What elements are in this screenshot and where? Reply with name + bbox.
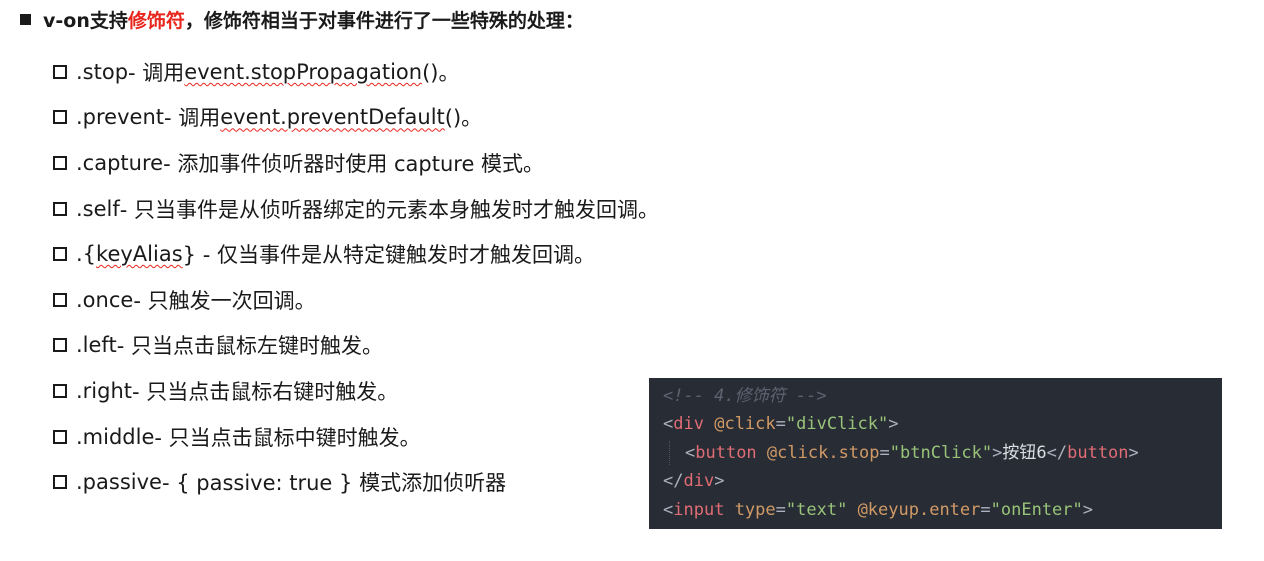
checkbox-bullet-icon	[53, 383, 67, 398]
code-tag: div	[673, 414, 704, 435]
heading-suffix: ，修饰符相当于对事件进行了一些特殊的处理：	[184, 9, 584, 32]
modifier-name: .middle	[76, 424, 155, 449]
code-comment: <!-- 4.修饰符 -->	[663, 386, 827, 406]
list-item: .left - 只当点击鼠标左键时触发。	[53, 323, 659, 369]
checkbox-bullet-icon	[53, 247, 67, 262]
modifier-name: .once	[76, 287, 134, 312]
modifier-tail: ()。	[422, 60, 460, 85]
checkbox-bullet-icon	[53, 292, 67, 307]
modifier-code: event.stopPropagation	[184, 59, 423, 84]
checkbox-bullet-icon	[53, 155, 67, 170]
code-attr: type	[734, 499, 776, 520]
modifier-name: .prevent	[76, 105, 164, 130]
code-string: "onEnter"	[990, 499, 1083, 520]
code-attr: @click	[714, 414, 776, 435]
code-snippet: <!-- 4.修饰符 --> <div @click="divClick"> <…	[649, 378, 1222, 529]
code-line-div-open: <div @click="divClick">	[649, 410, 1222, 438]
code-tag: button	[1067, 442, 1129, 463]
code-punct: >	[992, 442, 1003, 463]
modifier-code: event.preventDefault	[220, 105, 445, 130]
code-tag: button	[695, 442, 757, 463]
code-punct: =	[879, 442, 890, 463]
list-item: .right - 只当点击鼠标右键时触发。	[53, 368, 659, 414]
modifier-desc: - 只当事件是从侦听器绑定的元素本身触发时才触发回调。	[119, 197, 660, 222]
list-item: .middle - 只当点击鼠标中键时触发。	[53, 414, 659, 460]
code-string: "divClick"	[785, 414, 889, 435]
modifier-name: .left	[76, 333, 117, 358]
code-string: "btnClick"	[889, 442, 993, 463]
code-attr: @click.stop	[766, 442, 880, 463]
code-line-comment: <!-- 4.修饰符 -->	[649, 382, 1222, 410]
modifier-code: keyAlias	[96, 242, 183, 267]
modifier-desc: - 只当点击鼠标右键时触发。	[132, 379, 399, 404]
modifier-desc: - { passive: true } 模式添加侦听器	[161, 471, 507, 496]
modifier-name: .stop	[76, 59, 129, 84]
list-item: .once - 只触发一次回调。	[53, 277, 659, 323]
list-item: .prevent - 调用 event.preventDefault ()。	[53, 95, 659, 141]
code-tag: input	[673, 499, 725, 520]
square-bullet-icon	[20, 13, 31, 25]
code-line-button: <button @click.stop="btnClick">按钮6</butt…	[649, 439, 1222, 467]
modifier-name: .passive	[76, 470, 162, 495]
code-line-input: <input type="text" @keyup.enter="onEnter…	[649, 496, 1222, 524]
checkbox-bullet-icon	[53, 475, 67, 490]
list-item: .capture - 添加事件侦听器时使用 capture 模式。	[53, 140, 659, 186]
modifier-desc: - 添加事件侦听器时使用 capture 模式。	[163, 151, 545, 176]
list-item: .self - 只当事件是从侦听器绑定的元素本身触发时才触发回调。	[53, 186, 659, 232]
section-heading: v-on支持 修饰符 ，修饰符相当于对事件进行了一些特殊的处理：	[20, 4, 584, 34]
code-punct: </	[663, 471, 684, 492]
modifier-name: .self	[76, 196, 120, 221]
code-punct: </	[1046, 442, 1068, 463]
code-punct: =	[775, 499, 786, 520]
modifier-tail: } - 仅当事件是从特定键触发时才触发回调。	[182, 243, 595, 268]
heading-highlight: 修饰符	[127, 9, 185, 32]
modifier-desc: - 只当点击鼠标左键时触发。	[116, 334, 383, 359]
code-punct: >	[1082, 499, 1094, 520]
code-punct: <	[685, 442, 696, 463]
code-punct: =	[775, 414, 786, 435]
modifier-desc: - 只触发一次回调。	[133, 288, 316, 313]
code-tag: div	[683, 471, 715, 492]
modifier-name: .right	[76, 378, 133, 403]
code-punct: >	[888, 414, 899, 435]
modifier-desc: - 调用	[128, 60, 185, 85]
modifier-desc: - 只当点击鼠标中键时触发。	[154, 425, 421, 450]
modifier-list: .stop - 调用 event.stopPropagation ()。 .pre…	[53, 49, 659, 505]
code-text: 按钮6	[1002, 442, 1047, 463]
checkbox-bullet-icon	[53, 110, 67, 125]
checkbox-bullet-icon	[53, 201, 67, 216]
checkbox-bullet-icon	[53, 64, 67, 79]
modifier-name: .{	[76, 242, 97, 267]
list-item: .passive - { passive: true } 模式添加侦听器	[53, 459, 659, 505]
code-punct: >	[714, 471, 725, 492]
modifier-name: .capture	[76, 150, 164, 175]
code-attr: @keyup.enter	[857, 499, 981, 520]
code-punct: >	[1128, 442, 1139, 463]
checkbox-bullet-icon	[53, 429, 67, 444]
code-line-div-close: </div>	[649, 467, 1222, 495]
list-item: .{keyAlias} - 仅当事件是从特定键触发时才触发回调。	[53, 231, 659, 277]
code-punct: <	[663, 414, 674, 435]
modifier-desc: - 调用	[164, 106, 221, 131]
code-string: "text"	[785, 499, 848, 520]
code-punct: =	[980, 499, 991, 520]
code-punct: <	[663, 499, 674, 520]
list-item: .stop - 调用 event.stopPropagation ()。	[53, 49, 659, 95]
heading-prefix: v-on支持	[43, 9, 128, 32]
modifier-tail: ()。	[444, 106, 483, 131]
checkbox-bullet-icon	[53, 338, 67, 353]
